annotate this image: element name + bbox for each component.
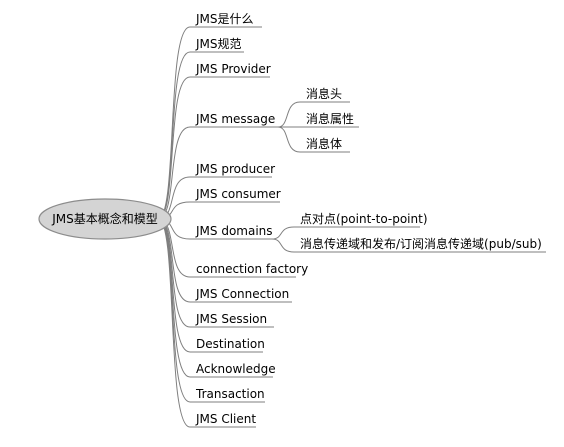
branch-label: JMS规范 — [195, 36, 242, 51]
branch-node-jms-provider[interactable]: JMS Provider — [190, 62, 271, 78]
child-label: 消息属性 — [306, 111, 354, 126]
branch-node-jms-consumer[interactable]: JMS consumer — [190, 187, 281, 203]
branch-node-jms[interactable]: JMS是什么 — [190, 12, 262, 28]
branch-node-jms-domains[interactable]: JMS domains — [190, 224, 273, 240]
branch-label: connection factory — [196, 262, 308, 276]
branch-label: JMS producer — [195, 162, 275, 176]
branch-node-connection-factory[interactable]: connection factory — [190, 262, 308, 278]
child-node-jms-domains-1[interactable]: 消息传递域和发布/订阅消息传递域(pub/sub) — [294, 236, 546, 253]
child-label: 点对点(point-to-point) — [300, 212, 428, 226]
branch-node-jms-message[interactable]: JMS message — [190, 112, 278, 128]
connector-root-jms — [157, 26, 191, 220]
branch-label: JMS Session — [195, 312, 267, 326]
child-label: 消息头 — [306, 86, 342, 101]
child-node-jms-message-1[interactable]: 消息属性 — [300, 111, 359, 128]
child-label: 消息体 — [306, 136, 342, 151]
branch-label: JMS Connection — [195, 287, 289, 301]
child-label: 消息传递域和发布/订阅消息传递域(pub/sub) — [300, 236, 542, 251]
branch-label: Transaction — [195, 387, 265, 401]
connector-root-jms-message — [157, 126, 191, 220]
root-node[interactable]: JMS基本概念和模型 — [38, 198, 172, 240]
branch-node-jms-connection[interactable]: JMS Connection — [190, 287, 292, 303]
branch-label: JMS message — [195, 112, 275, 126]
branch-label: JMS consumer — [195, 187, 281, 201]
branch-node-destination[interactable]: Destination — [190, 337, 265, 353]
branch-label: Destination — [196, 337, 265, 351]
child-node-jms-domains-0[interactable]: 点对点(point-to-point) — [294, 212, 428, 228]
connector-jms-message-child-2 — [277, 126, 301, 153]
branch-node-jms-producer[interactable]: JMS producer — [190, 162, 275, 178]
root-label: JMS基本概念和模型 — [51, 211, 158, 226]
branch-label: JMS domains — [195, 224, 273, 238]
connector-jms-domains-child-1 — [271, 238, 295, 253]
connector-jms-domains-child-0 — [271, 226, 295, 240]
branch-node-acknowledge[interactable]: Acknowledge — [190, 362, 276, 378]
branch-label: JMS Provider — [195, 62, 271, 76]
branch-node-jms-session[interactable]: JMS Session — [190, 312, 274, 328]
branch-node-transaction[interactable]: Transaction — [190, 387, 265, 403]
branch-label: JMS Client — [195, 412, 256, 426]
child-node-jms-message-0[interactable]: 消息头 — [300, 86, 350, 103]
branch-label: JMS是什么 — [195, 12, 254, 26]
child-node-jms-message-2[interactable]: 消息体 — [300, 136, 350, 153]
mindmap-diagram: JMS基本概念和模型 JMS是什么 JMS规范 JMS Provider JMS me… — [38, 12, 546, 428]
connector-jms-message-child-0 — [277, 101, 301, 128]
node-layer: JMS是什么 JMS规范 JMS Provider JMS message 消息头消息属… — [190, 12, 546, 428]
branch-node-jms[interactable]: JMS规范 — [190, 36, 244, 53]
branch-label: Acknowledge — [196, 362, 276, 376]
branch-node-jms-client[interactable]: JMS Client — [190, 412, 256, 428]
